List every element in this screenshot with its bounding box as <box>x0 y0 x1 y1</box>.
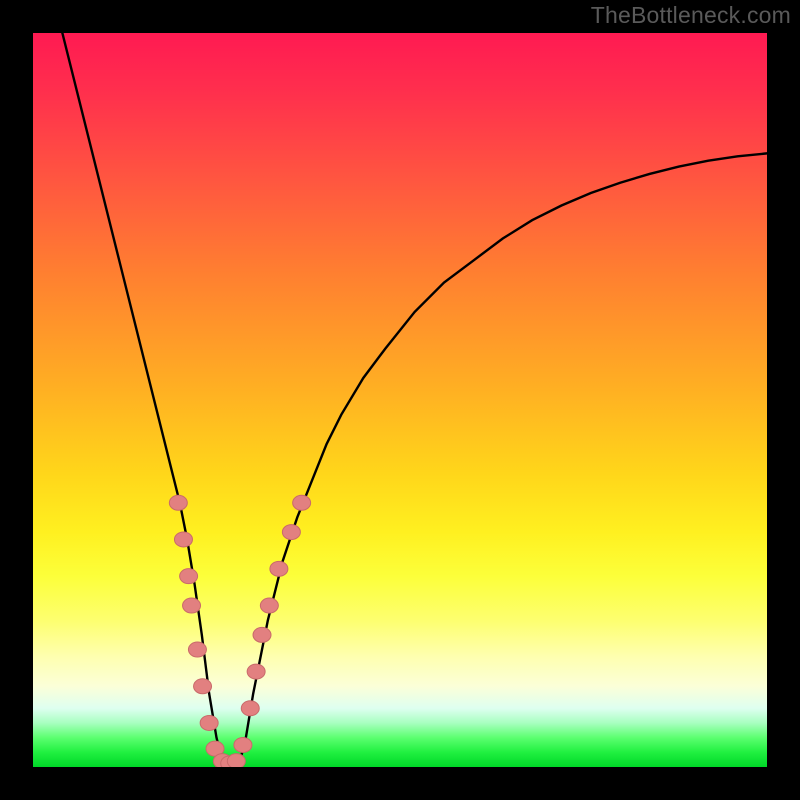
marker-point <box>174 532 192 547</box>
outer-frame: TheBottleneck.com <box>0 0 800 800</box>
marker-point <box>169 495 187 510</box>
marker-point <box>227 754 245 767</box>
marker-point <box>194 679 212 694</box>
highlight-markers <box>169 495 310 767</box>
marker-point <box>270 561 288 576</box>
marker-point <box>260 598 278 613</box>
watermark-text: TheBottleneck.com <box>591 2 791 29</box>
marker-point <box>282 525 300 540</box>
marker-point <box>180 569 198 584</box>
marker-point <box>253 627 271 642</box>
marker-point <box>183 598 201 613</box>
chart-svg <box>33 33 767 767</box>
marker-point <box>188 642 206 657</box>
marker-point <box>241 701 259 716</box>
marker-point <box>293 495 311 510</box>
plot-area <box>33 33 767 767</box>
marker-point <box>200 715 218 730</box>
marker-point <box>247 664 265 679</box>
marker-point <box>234 737 252 752</box>
bottleneck-curve <box>62 33 767 767</box>
